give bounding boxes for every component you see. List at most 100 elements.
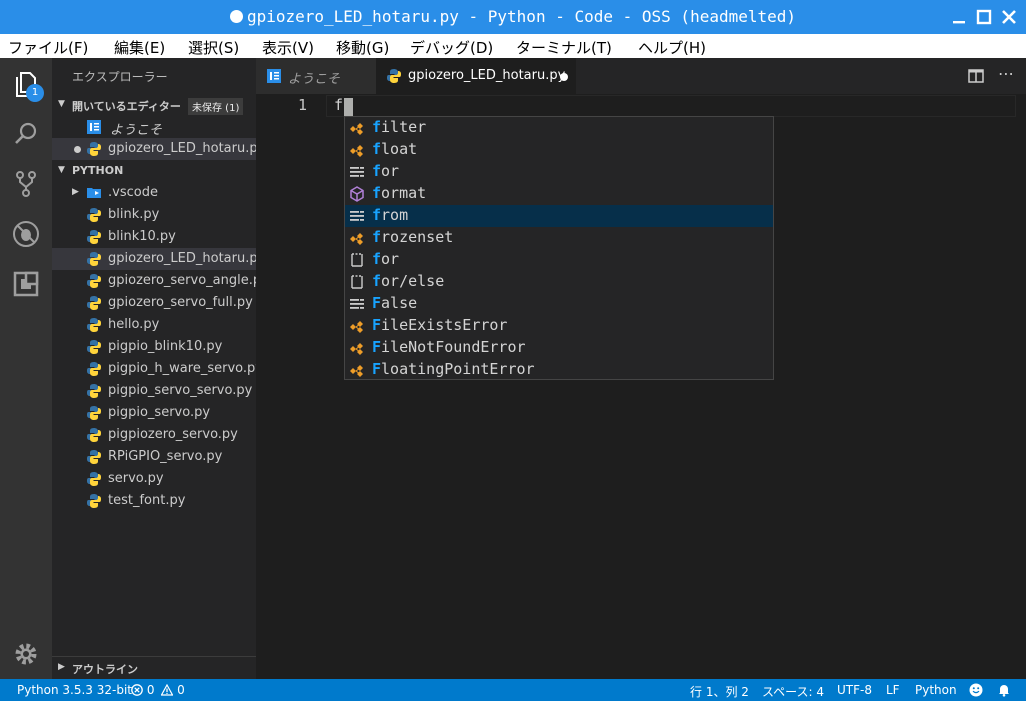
status-eol[interactable]: LF: [886, 683, 900, 697]
tab-hotaru[interactable]: gpiozero_LED_hotaru.py: [376, 58, 576, 94]
chevron-down-icon: ▼: [58, 165, 65, 175]
suggestion-item[interactable]: for: [345, 249, 773, 271]
tree-item-file[interactable]: test_font.py: [52, 490, 256, 512]
settings-gear-icon[interactable]: [12, 640, 40, 668]
line-number: 1: [298, 96, 308, 114]
minimize-icon[interactable]: [950, 8, 968, 26]
python-file-icon: [87, 362, 101, 376]
open-editor-hotaru[interactable]: gpiozero_LED_hotaru.py: [52, 138, 265, 160]
tree-item-file[interactable]: gpiozero_servo_full.py: [52, 292, 256, 314]
status-indentation[interactable]: スペース: 4: [762, 683, 824, 700]
menu-terminal[interactable]: ターミナル(T): [516, 37, 612, 58]
suggestion-rest: ormat: [381, 184, 427, 202]
suggestion-item[interactable]: FileNotFoundError: [345, 337, 773, 359]
tree-item-file[interactable]: pigpio_servo.py: [52, 402, 256, 424]
split-editor-icon[interactable]: [968, 68, 984, 84]
suggestion-label: frozenset: [372, 228, 453, 246]
suggestion-item[interactable]: format: [345, 183, 773, 205]
suggestion-label: for: [372, 162, 399, 180]
tree-item-file[interactable]: RPiGPIO_servo.py: [52, 446, 256, 468]
python-file-icon: [87, 384, 101, 398]
dirty-dot-icon[interactable]: [560, 73, 568, 81]
menu-edit[interactable]: 編集(E): [114, 37, 165, 58]
suggestion-item[interactable]: filter: [345, 117, 773, 139]
notifications-bell-icon[interactable]: [997, 683, 1011, 697]
python-file-icon: [87, 274, 101, 288]
suggestion-match: f: [372, 250, 382, 268]
suggestion-item[interactable]: False: [345, 293, 773, 315]
status-position[interactable]: 行 1、列 2: [690, 683, 749, 700]
current-line-highlight: [326, 95, 1016, 117]
suggestion-item[interactable]: frozenset: [345, 227, 773, 249]
tree-item-label: pigpiozero_servo.py: [108, 427, 238, 442]
status-interpreter[interactable]: Python 3.5.3 32-bit: [17, 683, 132, 697]
menu-view[interactable]: 表示(V): [262, 37, 314, 58]
menu-debug[interactable]: デバッグ(D): [410, 37, 493, 58]
feedback-smiley-icon[interactable]: [969, 683, 983, 697]
chevron-down-icon: ▼: [58, 99, 65, 109]
tree-item-file[interactable]: blink.py: [52, 204, 256, 226]
status-language[interactable]: Python: [915, 683, 957, 697]
suggestion-rest: rom: [381, 206, 409, 224]
extensions-icon[interactable]: [12, 270, 40, 298]
title-bar: gpiozero_LED_hotaru.py - Python - Code -…: [0, 0, 1026, 34]
suggestion-match: f: [372, 162, 382, 180]
status-encoding[interactable]: UTF-8: [837, 683, 872, 697]
tree-item-file[interactable]: gpiozero_LED_hotaru.py: [52, 248, 265, 270]
tree-item-file[interactable]: pigpiozero_servo.py: [52, 424, 256, 446]
more-actions-icon[interactable]: ⋯: [998, 64, 1014, 83]
outline-header[interactable]: ▶ アウトライン: [52, 656, 256, 678]
menu-selection[interactable]: 選択(S): [188, 37, 239, 58]
snippet-icon: [351, 253, 363, 267]
debug-icon[interactable]: [12, 220, 40, 248]
class-icon: [350, 233, 363, 245]
menu-help[interactable]: ヘルプ(H): [638, 37, 706, 58]
suggestion-item[interactable]: for/else: [345, 271, 773, 293]
suggest-widget[interactable]: filter float for format from frozenset for for/…: [344, 116, 774, 380]
suggestion-label: float: [372, 140, 417, 158]
tree-item-label: .vscode: [108, 185, 158, 200]
suggestion-item[interactable]: from: [345, 205, 773, 227]
tree-item-file[interactable]: servo.py: [52, 468, 256, 490]
suggestion-match: f: [372, 140, 382, 158]
python-file-icon: [87, 494, 101, 508]
dirty-dot-icon: [74, 146, 81, 153]
suggestion-item[interactable]: FloatingPointError: [345, 359, 773, 381]
suggestion-item[interactable]: for: [345, 161, 773, 183]
code-text[interactable]: f: [334, 96, 343, 114]
tree-item-file[interactable]: pigpio_h_ware_servo.py: [52, 358, 263, 380]
tree-item-file[interactable]: blink10.py: [52, 226, 256, 248]
suggestion-item[interactable]: FileExistsError: [345, 315, 773, 337]
suggestion-item[interactable]: float: [345, 139, 773, 161]
tab-label: ようこそ: [288, 72, 341, 87]
unsaved-dot-icon: [229, 10, 243, 23]
maximize-icon[interactable]: [975, 8, 993, 26]
tree-item-file[interactable]: pigpio_servo_servo.py: [52, 380, 256, 402]
tab-label: gpiozero_LED_hotaru.py: [408, 68, 566, 83]
tree-item-vscode[interactable]: ▶ .vscode: [52, 182, 256, 204]
source-control-icon[interactable]: [12, 170, 40, 198]
suggestion-rest: loat: [381, 140, 418, 158]
suggestion-rest: or: [381, 162, 400, 180]
menu-go[interactable]: 移動(G): [336, 37, 389, 58]
tree-item-label: gpiozero_LED_hotaru.py: [108, 251, 266, 266]
folder-header[interactable]: ▼ PYTHON: [52, 160, 256, 182]
tree-item-file[interactable]: gpiozero_servo_angle.py: [52, 270, 269, 292]
python-file-icon: [87, 406, 101, 420]
tree-item-file[interactable]: pigpio_blink10.py: [52, 336, 256, 358]
menu-bar: ファイル(F) 編集(E) 選択(S) 表示(V) 移動(G) デバッグ(D) …: [0, 34, 1026, 58]
python-file-icon: [87, 230, 101, 244]
suggestion-match: f: [372, 118, 382, 136]
vscode-folder-icon: [87, 188, 101, 198]
method-icon: [350, 186, 364, 202]
open-editors-header[interactable]: ▼ 開いているエディター 未保存 (1): [52, 94, 256, 116]
menu-file[interactable]: ファイル(F): [8, 37, 88, 58]
close-icon[interactable]: [1000, 8, 1018, 26]
search-icon[interactable]: [12, 120, 40, 148]
status-problems[interactable]: 0 0: [131, 683, 185, 697]
status-bar: Python 3.5.3 32-bit 0 0 行 1、列 2 スペース: 4 …: [0, 679, 1026, 701]
open-editor-welcome[interactable]: ようこそ: [52, 116, 256, 138]
tree-item-file[interactable]: hello.py: [52, 314, 256, 336]
tree-item-label: pigpio_servo_servo.py: [108, 383, 253, 398]
tab-welcome[interactable]: ようこそ: [256, 58, 376, 94]
